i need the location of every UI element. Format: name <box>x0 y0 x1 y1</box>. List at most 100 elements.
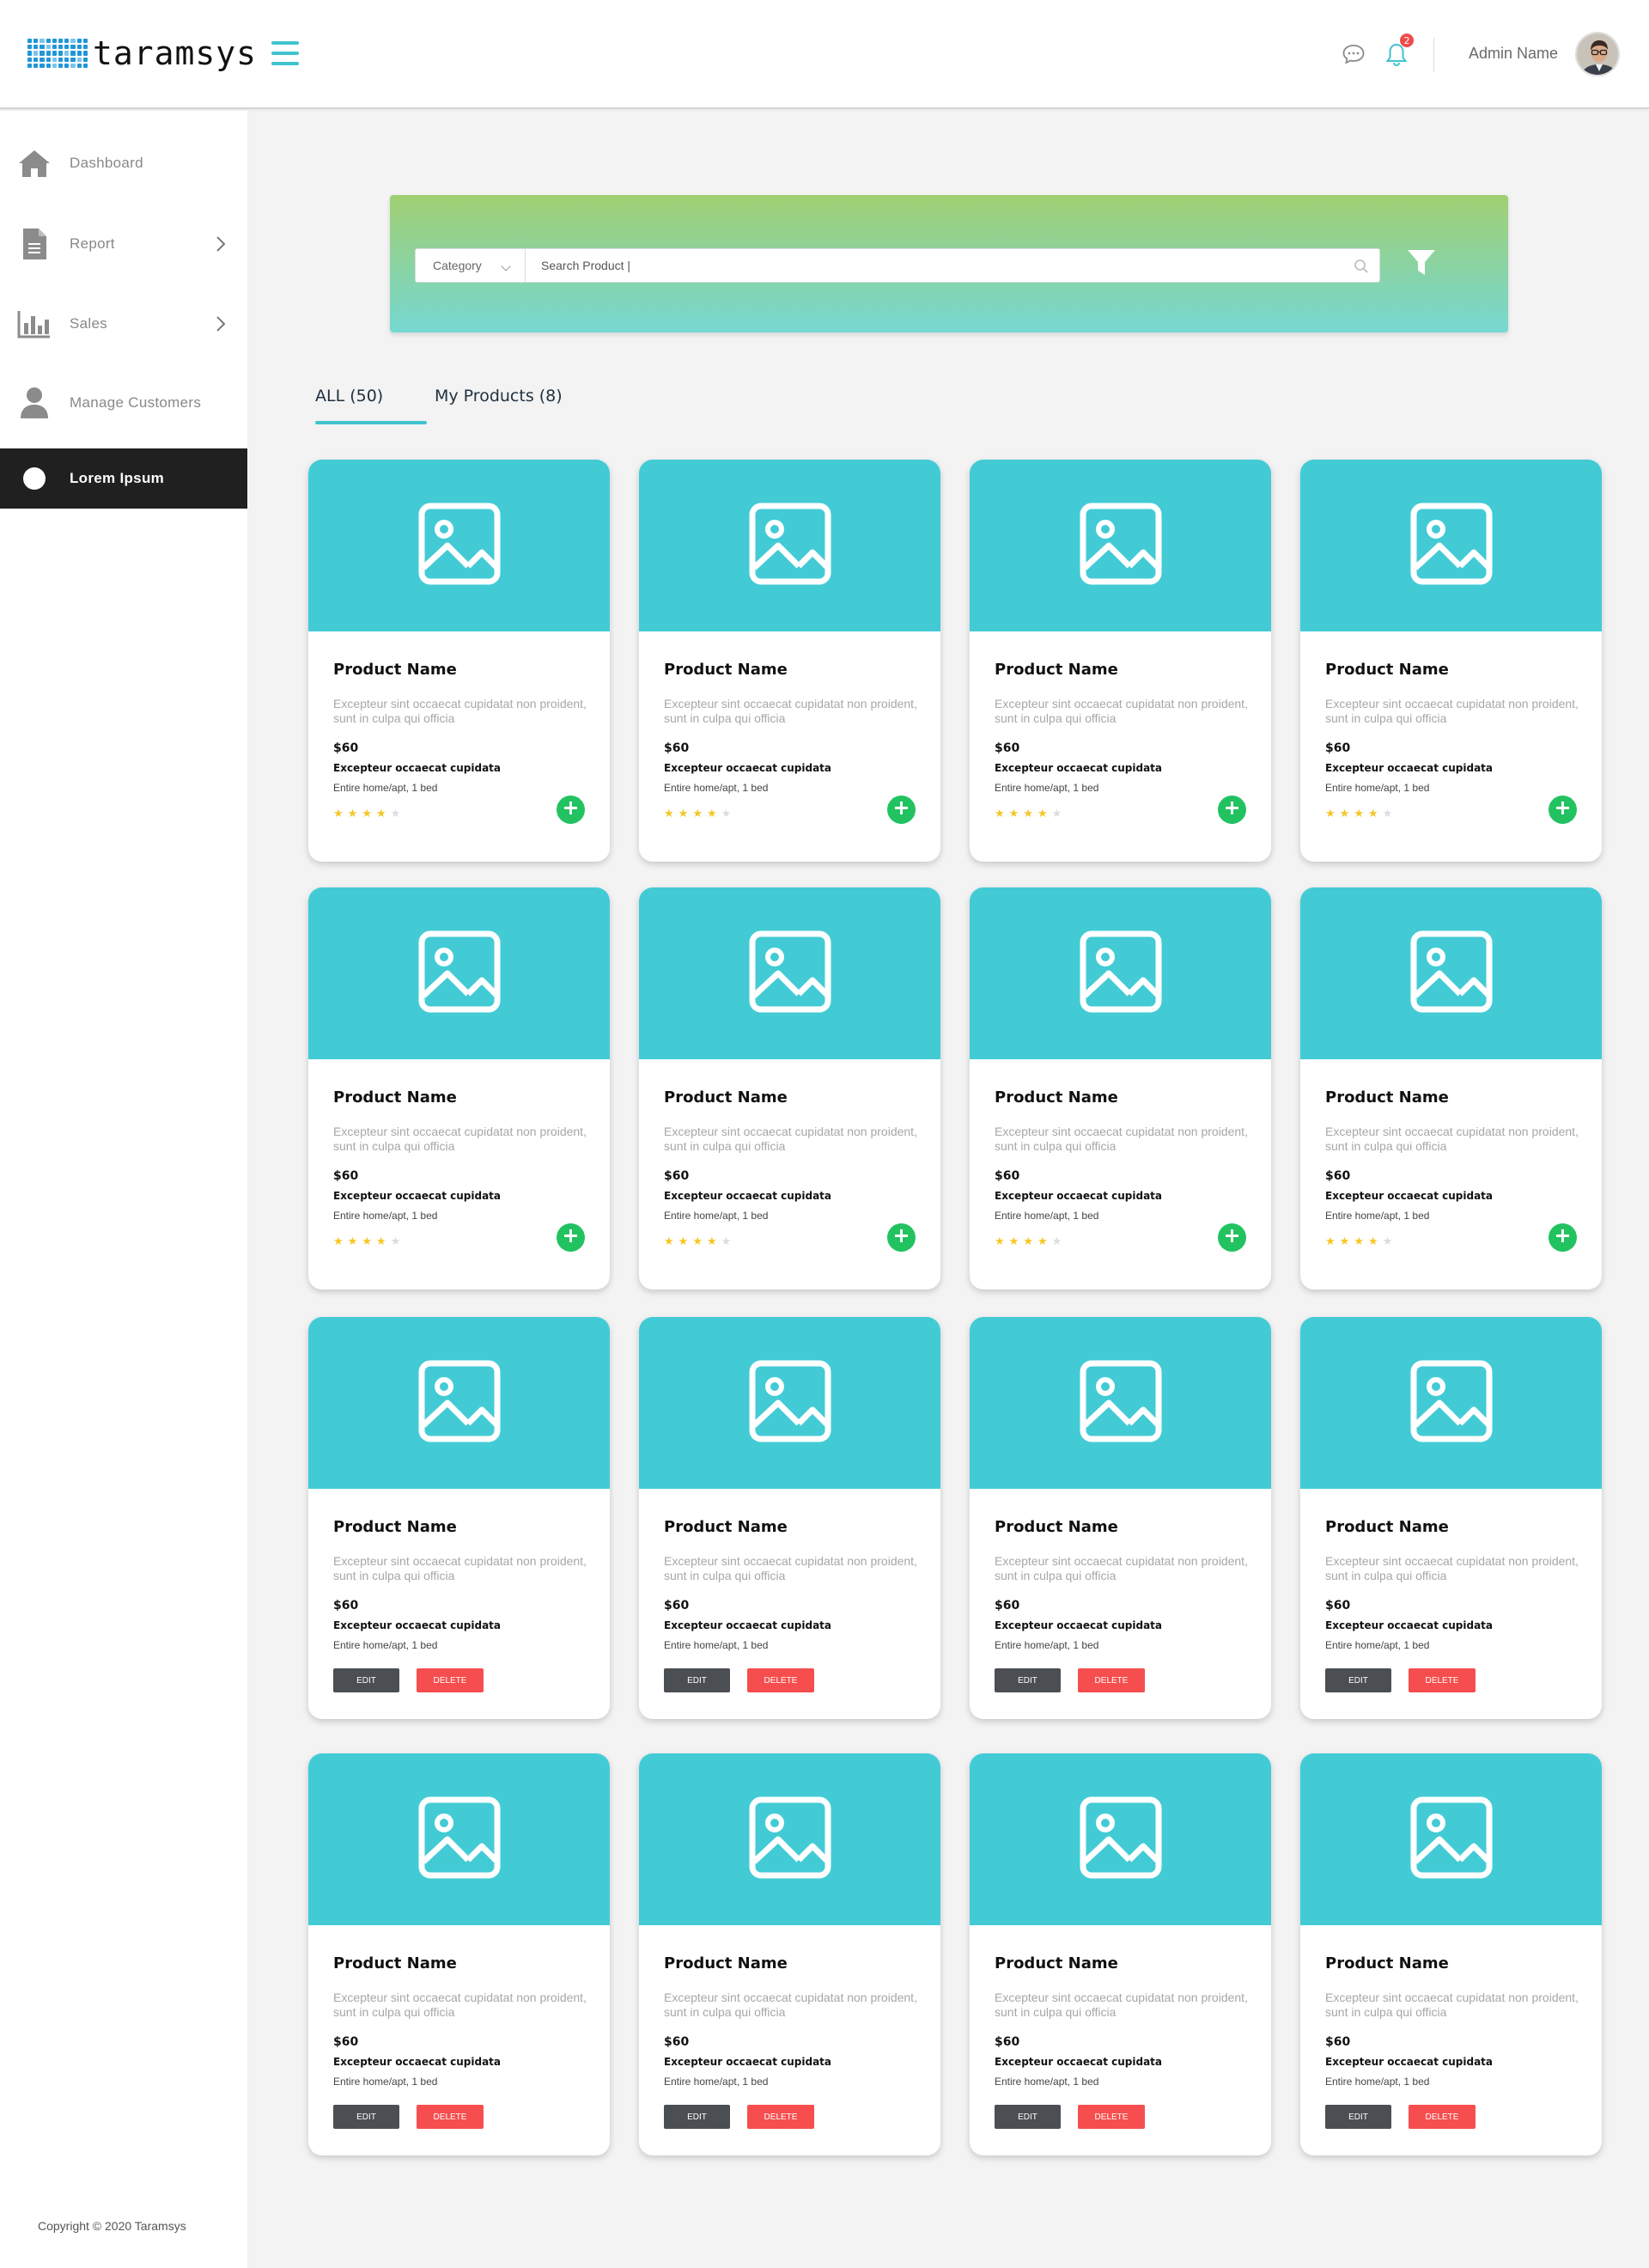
star-icon: ★ <box>1382 808 1393 820</box>
edit-button[interactable]: EDIT <box>333 1668 399 1692</box>
delete-button[interactable]: DELETE <box>747 1668 814 1692</box>
product-card[interactable]: Product Name Excepteur sint occaecat cupi… <box>970 887 1271 1289</box>
category-dropdown[interactable]: Category <box>416 249 526 282</box>
product-name: Product Name <box>995 1954 1118 1972</box>
avatar[interactable] <box>1575 32 1620 76</box>
star-icon: ★ <box>678 1235 689 1248</box>
product-card[interactable]: Product Name Excepteur sint occaecat cupi… <box>639 1317 940 1719</box>
plus-icon <box>1556 802 1569 818</box>
sidebar-item-dashboard[interactable]: Dashboard <box>0 133 247 193</box>
product-subtitle: Excepteur occaecat cupidata <box>664 1619 832 1631</box>
header-divider <box>1433 38 1434 72</box>
product-name: Product Name <box>664 1088 788 1107</box>
star-icon: ★ <box>1325 808 1336 820</box>
product-card[interactable]: Product Name Excepteur sint occaecat cupi… <box>1300 1753 1602 2155</box>
product-image-placeholder <box>970 1753 1271 1925</box>
star-icon: ★ <box>1008 1235 1019 1248</box>
top-header: taramsys 2 Admin Name <box>0 0 1649 109</box>
product-card[interactable]: Product Name Excepteur sint occaecat cupi… <box>308 460 610 862</box>
image-icon <box>749 1796 831 1882</box>
card-body: Product Name Excepteur sint occaecat cupi… <box>639 1925 940 2155</box>
star-icon: ★ <box>995 1235 1005 1248</box>
sidebar-item-sales[interactable]: Sales <box>0 294 247 354</box>
star-icon: ★ <box>1037 1235 1048 1248</box>
image-icon <box>1080 503 1162 588</box>
product-description: Excepteur sint occaecat cupidatat non pr… <box>1325 1554 1579 1582</box>
product-card[interactable]: Product Name Excepteur sint occaecat cupi… <box>970 1753 1271 2155</box>
delete-button[interactable]: DELETE <box>417 2105 484 2129</box>
add-product-button[interactable] <box>887 1223 916 1252</box>
product-name: Product Name <box>333 661 457 679</box>
add-product-button[interactable] <box>887 796 916 824</box>
product-price: $60 <box>333 1599 359 1613</box>
product-image-placeholder <box>308 1753 610 1925</box>
sidebar-item-lorem-ipsum[interactable]: Lorem Ipsum <box>0 448 247 509</box>
edit-button[interactable]: EDIT <box>333 2105 399 2129</box>
product-card[interactable]: Product Name Excepteur sint occaecat cupi… <box>639 1753 940 2155</box>
star-rating: ★ ★ ★ ★ ★ <box>333 1236 400 1247</box>
edit-button[interactable]: EDIT <box>1325 2105 1391 2129</box>
product-type: Entire home/apt, 1 bed <box>995 2076 1099 2088</box>
sidebar-item-report[interactable]: Report <box>0 214 247 274</box>
add-product-button[interactable] <box>1549 796 1577 824</box>
star-icon: ★ <box>390 1235 401 1248</box>
circle-icon <box>17 461 52 496</box>
filter-icon[interactable] <box>1407 248 1436 277</box>
product-card[interactable]: Product Name Excepteur sint occaecat cupi… <box>1300 1317 1602 1719</box>
delete-button[interactable]: DELETE <box>1078 2105 1145 2129</box>
product-card[interactable]: Product Name Excepteur sint occaecat cupi… <box>639 460 940 862</box>
star-rating: ★ ★ ★ ★ ★ <box>995 808 1062 820</box>
product-type: Entire home/apt, 1 bed <box>1325 2076 1430 2088</box>
star-icon: ★ <box>390 808 401 820</box>
product-card[interactable]: Product Name Excepteur sint occaecat cupi… <box>308 1317 610 1719</box>
add-product-button[interactable] <box>1218 1223 1246 1252</box>
product-card[interactable]: Product Name Excepteur sint occaecat cupi… <box>970 460 1271 862</box>
bar-chart-icon <box>17 307 52 341</box>
add-product-button[interactable] <box>557 1223 585 1252</box>
add-product-button[interactable] <box>557 796 585 824</box>
star-icon: ★ <box>333 808 344 820</box>
delete-button[interactable]: DELETE <box>1409 1668 1476 1692</box>
star-rating: ★ ★ ★ ★ ★ <box>995 1236 1062 1247</box>
edit-button[interactable]: EDIT <box>664 2105 730 2129</box>
product-price: $60 <box>664 741 690 755</box>
tab-all[interactable]: ALL (50) <box>315 387 383 405</box>
product-subtitle: Excepteur occaecat cupidata <box>995 1619 1163 1631</box>
product-image-placeholder <box>639 1753 940 1925</box>
admin-name[interactable]: Admin Name <box>1469 45 1558 63</box>
add-product-button[interactable] <box>1549 1223 1577 1252</box>
image-icon <box>418 930 501 1016</box>
star-icon: ★ <box>721 1235 732 1248</box>
delete-button[interactable]: DELETE <box>1409 2105 1476 2129</box>
card-body: Product Name Excepteur sint occaecat cupi… <box>639 1489 940 1719</box>
delete-button[interactable]: DELETE <box>1078 1668 1145 1692</box>
star-icon: ★ <box>706 808 717 820</box>
product-card[interactable]: Product Name Excepteur sint occaecat cupi… <box>308 1753 610 2155</box>
edit-button[interactable]: EDIT <box>664 1668 730 1692</box>
card-body: Product Name Excepteur sint occaecat cupi… <box>308 1925 610 2155</box>
edit-button[interactable]: EDIT <box>1325 1668 1391 1692</box>
search-input[interactable] <box>526 249 1379 282</box>
hamburger-menu-icon[interactable] <box>271 41 299 65</box>
search-icon[interactable] <box>1354 259 1369 274</box>
edit-button[interactable]: EDIT <box>995 2105 1061 2129</box>
taramsys-logo[interactable]: taramsys <box>27 34 257 72</box>
sidebar-item-manage-customers[interactable]: Manage Customers <box>0 373 247 433</box>
delete-button[interactable]: DELETE <box>747 2105 814 2129</box>
star-icon: ★ <box>664 808 674 820</box>
star-rating: ★ ★ ★ ★ ★ <box>1325 808 1392 820</box>
product-price: $60 <box>995 1599 1020 1613</box>
add-product-button[interactable] <box>1218 796 1246 824</box>
chat-icon[interactable] <box>1342 43 1366 65</box>
product-card[interactable]: Product Name Excepteur sint occaecat cupi… <box>308 887 610 1289</box>
product-card[interactable]: Product Name Excepteur sint occaecat cupi… <box>1300 887 1602 1289</box>
star-rating: ★ ★ ★ ★ ★ <box>664 808 731 820</box>
delete-button[interactable]: DELETE <box>417 1668 484 1692</box>
star-icon: ★ <box>1367 808 1378 820</box>
product-card[interactable]: Product Name Excepteur sint occaecat cupi… <box>1300 460 1602 862</box>
product-card[interactable]: Product Name Excepteur sint occaecat cupi… <box>639 887 940 1289</box>
product-card[interactable]: Product Name Excepteur sint occaecat cupi… <box>970 1317 1271 1719</box>
edit-button[interactable]: EDIT <box>995 1668 1061 1692</box>
product-image-placeholder <box>639 1317 940 1489</box>
tab-my-products[interactable]: My Products (8) <box>435 387 563 405</box>
